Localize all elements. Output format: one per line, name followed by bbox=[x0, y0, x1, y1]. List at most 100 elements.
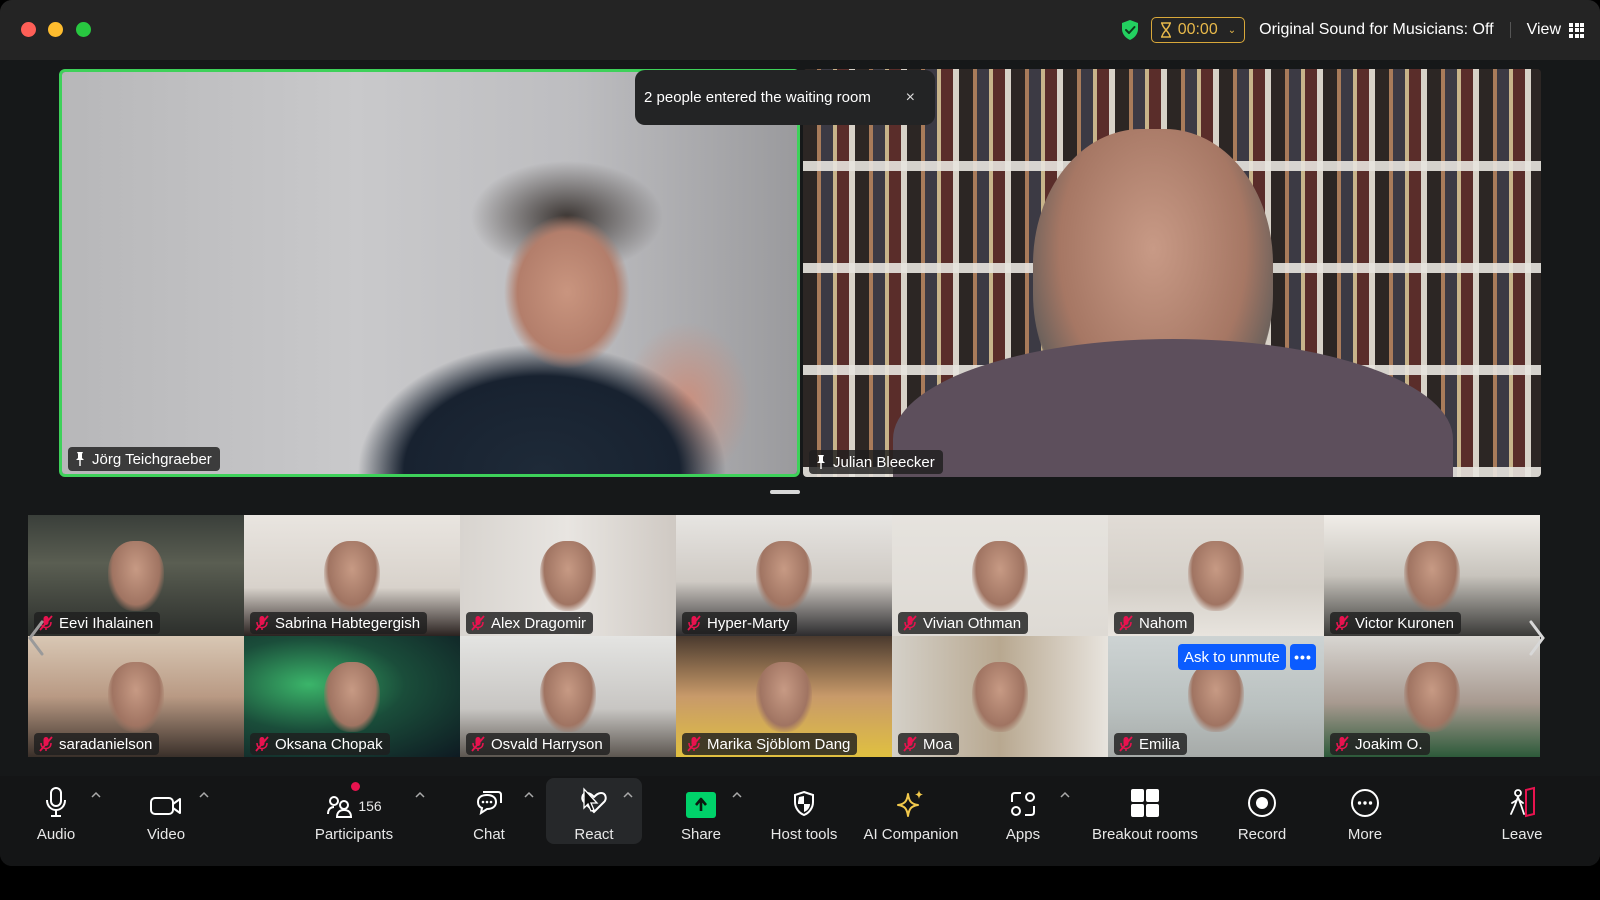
participant-video-feed bbox=[540, 541, 596, 611]
participant-name-tag: Julian Bleecker bbox=[809, 450, 943, 474]
security-shield-icon[interactable] bbox=[1119, 18, 1141, 42]
participant-tile[interactable]: Moa bbox=[892, 636, 1108, 757]
more-button[interactable]: More bbox=[1340, 780, 1390, 846]
host-tools-button[interactable]: Host tools bbox=[764, 780, 844, 846]
participant-name: Victor Kuronen bbox=[1355, 614, 1454, 632]
audio-button[interactable]: Audio bbox=[26, 780, 86, 846]
share-label: Share bbox=[680, 826, 722, 843]
participant-video-feed bbox=[540, 662, 596, 732]
participant-video-feed bbox=[972, 541, 1028, 611]
video-options-caret[interactable] bbox=[197, 790, 211, 800]
close-icon[interactable]: × bbox=[906, 89, 915, 107]
participant-count: 156 bbox=[358, 798, 382, 814]
meeting-controls-toolbar: Audio Video 156 Participants Chat React bbox=[0, 776, 1600, 866]
microphone-icon bbox=[46, 787, 66, 817]
react-options-caret[interactable] bbox=[621, 790, 635, 800]
notification-text: 2 people entered the waiting room bbox=[644, 89, 871, 106]
participant-name-tag: Moa bbox=[898, 733, 960, 755]
ai-sparkle-icon bbox=[897, 790, 923, 817]
muted-microphone-icon bbox=[471, 615, 485, 631]
breakout-rooms-button[interactable]: Breakout rooms bbox=[1090, 780, 1200, 846]
audio-label: Audio bbox=[36, 826, 76, 843]
participant-name: Emilia bbox=[1139, 735, 1180, 753]
gallery-grid-icon bbox=[1569, 22, 1584, 38]
previous-page-arrow[interactable] bbox=[26, 620, 46, 656]
ask-to-unmute-button[interactable]: Ask to unmute bbox=[1178, 644, 1286, 670]
participants-options-caret[interactable] bbox=[413, 790, 427, 800]
speaker-video-julian[interactable]: Julian Bleecker bbox=[803, 69, 1541, 477]
muted-microphone-icon bbox=[471, 736, 485, 752]
participant-tile[interactable]: Eevi Ihalainen bbox=[28, 515, 244, 636]
chevron-down-icon: ⌄ bbox=[1227, 24, 1237, 36]
resize-split-handle[interactable] bbox=[770, 490, 800, 494]
participant-tile[interactable]: Sabrina Habtegergish bbox=[244, 515, 460, 636]
share-screen-button[interactable]: Share bbox=[672, 780, 730, 846]
ai-companion-button[interactable]: AI Companion bbox=[862, 780, 960, 846]
audio-options-caret[interactable] bbox=[89, 790, 103, 800]
participant-name-tag: Osvald Harryson bbox=[466, 733, 610, 755]
muted-microphone-icon bbox=[1119, 736, 1133, 752]
speaker-video-jorg[interactable]: Jörg Teichgraeber bbox=[59, 69, 800, 477]
record-button[interactable]: Record bbox=[1234, 780, 1290, 846]
hourglass-icon bbox=[1160, 22, 1171, 38]
participant-tile[interactable]: Oksana Chopak bbox=[244, 636, 460, 757]
participant-more-options-button[interactable]: ••• bbox=[1290, 644, 1316, 670]
apps-button[interactable]: Apps bbox=[998, 780, 1048, 846]
share-options-caret[interactable] bbox=[730, 790, 744, 800]
participant-tile[interactable]: Vivian Othman bbox=[892, 515, 1108, 636]
record-label: Record bbox=[1237, 826, 1287, 843]
participant-name-tag: Sabrina Habtegergish bbox=[250, 612, 428, 634]
participant-tile[interactable]: Joakim O. bbox=[1324, 636, 1540, 757]
muted-microphone-icon bbox=[255, 736, 269, 752]
participant-tile[interactable]: Hyper-Marty bbox=[676, 515, 892, 636]
apps-options-caret[interactable] bbox=[1058, 790, 1072, 800]
participants-button[interactable]: 156 Participants bbox=[304, 780, 404, 846]
chat-button[interactable]: Chat bbox=[462, 780, 516, 846]
host-tools-label: Host tools bbox=[770, 826, 838, 843]
muted-microphone-icon bbox=[255, 615, 269, 631]
participant-name: Alex Dragomir bbox=[491, 614, 587, 632]
muted-microphone-icon bbox=[1119, 615, 1133, 631]
original-sound-toggle[interactable]: Original Sound for Musicians: Off bbox=[1259, 21, 1493, 39]
participant-name-tag: Marika Sjöblom Dang bbox=[682, 733, 858, 755]
react-button[interactable]: React bbox=[560, 780, 628, 846]
participant-name-tag: Vivian Othman bbox=[898, 612, 1029, 634]
gallery-strip: Eevi Ihalainen Sabrina Habtegergish Alex D… bbox=[28, 515, 1541, 758]
participant-tile[interactable]: Marika Sjöblom Dang bbox=[676, 636, 892, 757]
participant-name: Oksana Chopak bbox=[275, 735, 383, 753]
participant-name-tag: saradanielson bbox=[34, 733, 160, 755]
participant-video-feed bbox=[1404, 662, 1460, 732]
view-button[interactable]: View bbox=[1527, 21, 1584, 39]
participant-video-feed bbox=[62, 72, 797, 474]
minimize-window-button[interactable] bbox=[48, 22, 63, 37]
divider bbox=[1509, 22, 1511, 38]
next-page-arrow[interactable] bbox=[1527, 620, 1547, 656]
notification-badge-dot bbox=[351, 782, 361, 791]
participants-label: Participants bbox=[314, 826, 394, 843]
timer-value: 00:00 bbox=[1177, 21, 1218, 38]
fullscreen-window-button[interactable] bbox=[76, 22, 91, 37]
waiting-room-notification[interactable]: 2 people entered the waiting room × bbox=[635, 70, 935, 125]
video-button[interactable]: Video bbox=[135, 780, 197, 846]
participant-name-tag: Alex Dragomir bbox=[466, 612, 594, 634]
muted-microphone-icon bbox=[1335, 736, 1349, 752]
chat-options-caret[interactable] bbox=[522, 790, 536, 800]
apps-icon bbox=[1011, 792, 1035, 816]
participants-icon bbox=[327, 796, 353, 818]
meeting-timer-dropdown[interactable]: 00:00 ⌄ bbox=[1150, 17, 1246, 43]
participant-tile[interactable]: Osvald Harryson bbox=[460, 636, 676, 757]
participant-tile[interactable]: Nahom bbox=[1108, 515, 1324, 636]
share-screen-icon bbox=[686, 792, 716, 818]
participant-tile[interactable]: Victor Kuronen bbox=[1324, 515, 1540, 636]
participant-video-feed bbox=[1404, 541, 1460, 611]
participant-tile[interactable]: Alex Dragomir bbox=[460, 515, 676, 636]
participant-tile[interactable]: saradanielson bbox=[28, 636, 244, 757]
participant-video-feed bbox=[1188, 541, 1244, 611]
leave-door-icon bbox=[1510, 786, 1535, 818]
participant-name-tag: Hyper-Marty bbox=[682, 612, 797, 634]
meeting-stage: Jörg Teichgraeber Julian Bleecker 2 peop… bbox=[0, 60, 1600, 776]
participant-name-tag: Oksana Chopak bbox=[250, 733, 390, 755]
participant-video-feed bbox=[324, 662, 380, 732]
close-window-button[interactable] bbox=[21, 22, 36, 37]
leave-meeting-button[interactable]: Leave bbox=[1494, 780, 1550, 846]
